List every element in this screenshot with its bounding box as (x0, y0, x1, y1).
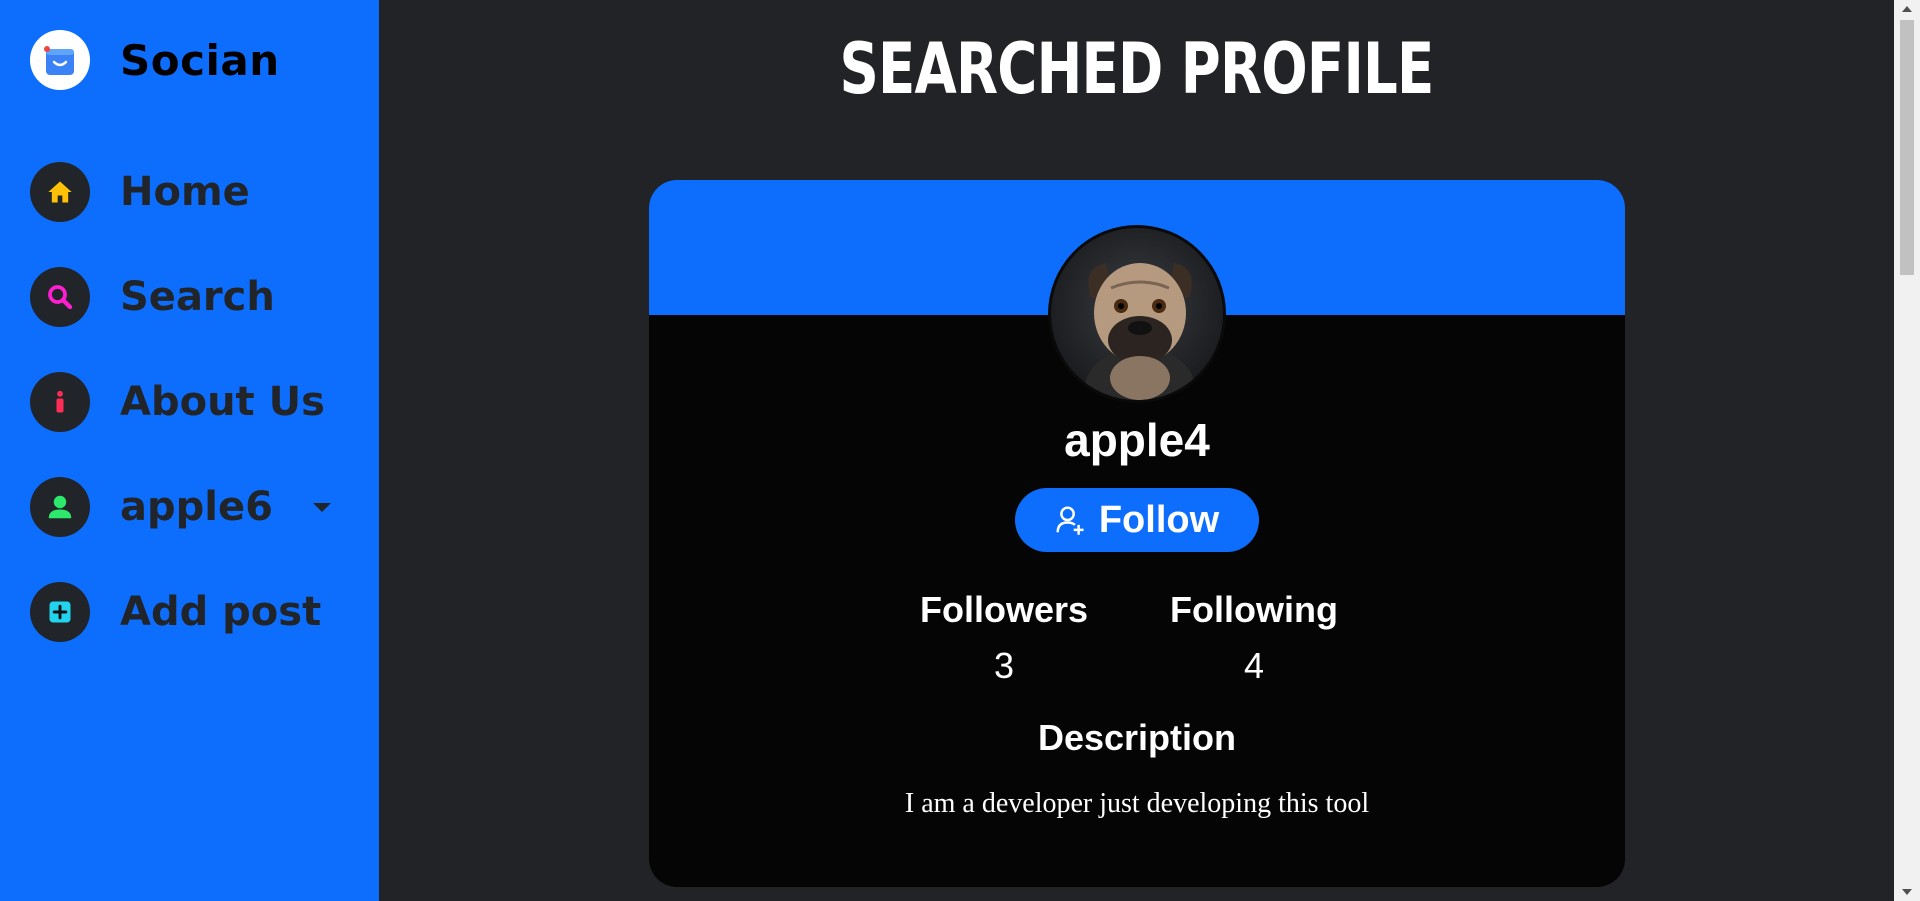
sidebar-item-label: Add post (120, 589, 322, 635)
followers-label: Followers (919, 589, 1089, 630)
user-icon (30, 477, 90, 537)
sidebar-item-add-post[interactable]: Add post (30, 582, 321, 642)
follow-button[interactable]: Follow (1015, 488, 1259, 552)
follow-button-label: Follow (1098, 498, 1220, 541)
sidebar-item-user[interactable]: apple6 (30, 477, 331, 537)
scroll-thumb[interactable] (1900, 20, 1914, 275)
description-title: Description (1037, 717, 1237, 758)
brand-name: Socian (120, 35, 280, 85)
sidebar-item-label: Home (120, 169, 250, 215)
followers-count: 3 (993, 645, 1015, 686)
following-count: 4 (1243, 645, 1265, 686)
sidebar-item-search[interactable]: Search (30, 267, 275, 327)
following-label: Following (1170, 589, 1338, 630)
scrollbar[interactable] (1894, 0, 1920, 901)
user-plus-icon (1056, 506, 1084, 535)
sidebar: Socian Home Search About Us apple6 Add p… (0, 0, 379, 901)
sidebar-item-label: About Us (120, 379, 325, 425)
brand[interactable]: Socian (30, 30, 280, 90)
sidebar-item-label: Search (120, 274, 275, 320)
scroll-up-arrow-icon[interactable] (1902, 6, 1912, 12)
shopping-bag-icon (30, 30, 90, 90)
profile-card: apple4 Follow Followers 3 Following 4 De… (649, 180, 1625, 887)
description-text: I am a developer just developing this to… (904, 788, 1370, 819)
search-icon (30, 267, 90, 327)
avatar (1048, 225, 1226, 403)
plus-square-icon (30, 582, 90, 642)
following-stat[interactable]: Following 4 (1154, 589, 1354, 687)
sidebar-item-about-us[interactable]: About Us (30, 372, 325, 432)
home-icon (30, 162, 90, 222)
sidebar-item-home[interactable]: Home (30, 162, 250, 222)
sidebar-item-label: apple6 (120, 484, 273, 530)
scroll-down-arrow-icon[interactable] (1902, 889, 1912, 895)
followers-stat[interactable]: Followers 3 (904, 589, 1104, 687)
chevron-down-icon[interactable] (312, 502, 331, 512)
info-icon (30, 372, 90, 432)
profile-username: apple4 (1064, 414, 1210, 466)
page-title: SEARCHED PROFILE (839, 28, 1434, 110)
